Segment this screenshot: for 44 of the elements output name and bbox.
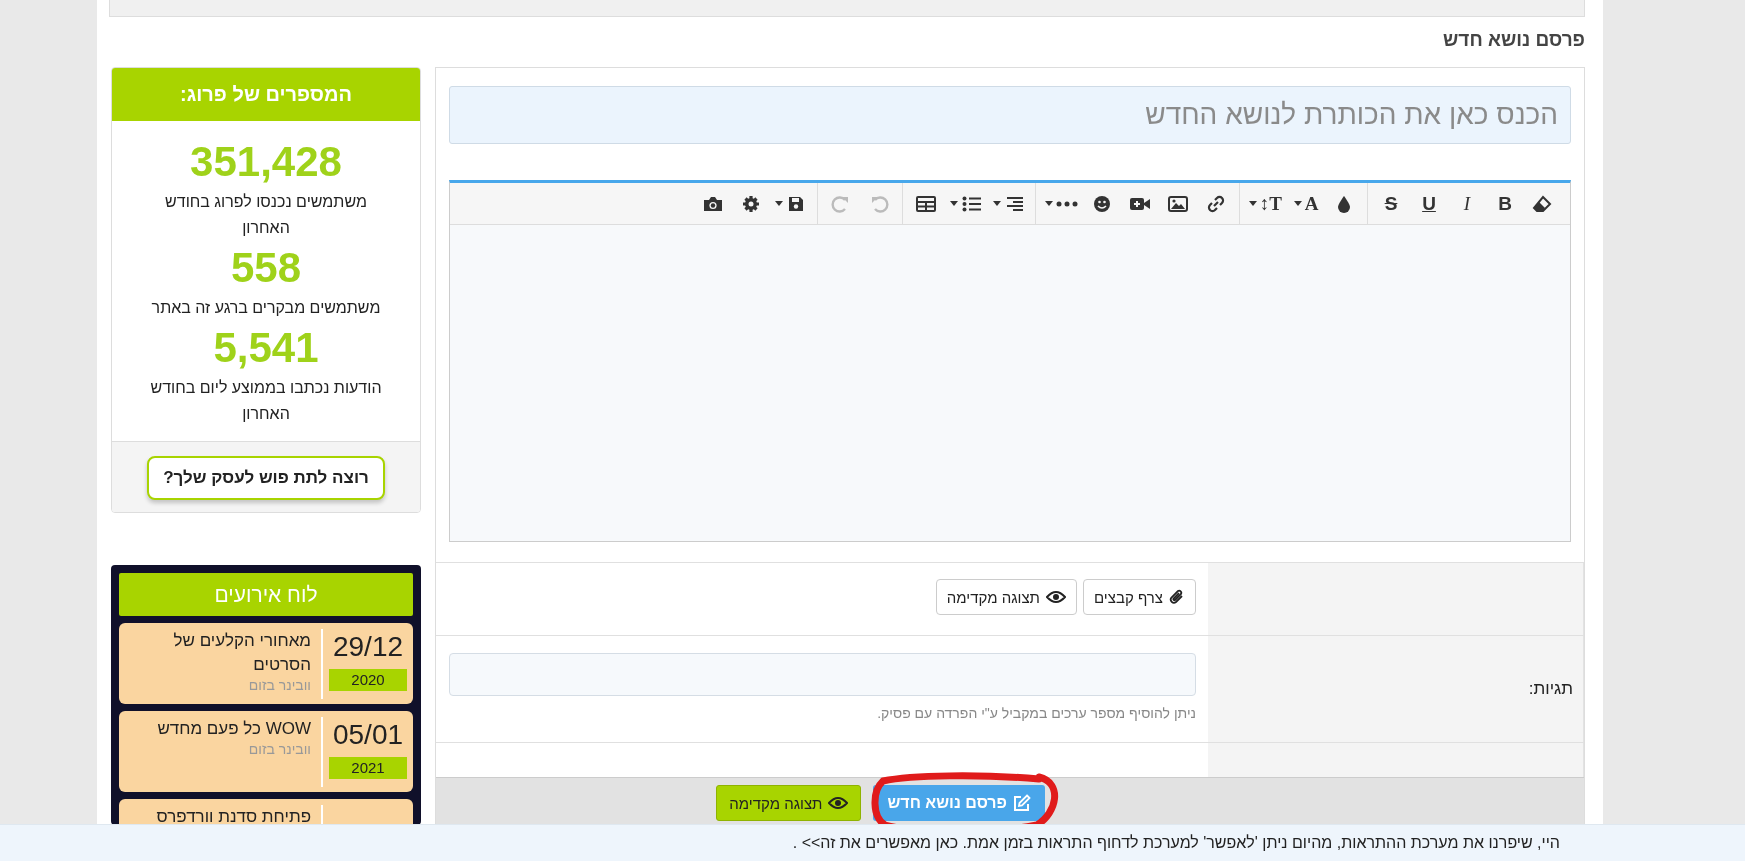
events-title: לוח אירועים	[119, 573, 413, 616]
underline-tool[interactable]: U	[1410, 186, 1448, 221]
paperclip-icon	[1169, 588, 1185, 606]
stat-number: 5,541	[212, 323, 320, 373]
tags-label: תגיות:	[1528, 679, 1573, 699]
eraser-icon	[1532, 194, 1554, 213]
event-card[interactable]: פתיחת סדנת וורדפרס	[119, 799, 413, 825]
event-title: מאחורי הקלעים של הסרטים	[172, 630, 311, 676]
event-date: 29/12	[331, 630, 405, 664]
camera-icon	[701, 194, 724, 213]
notice-text: היי, שיפרנו את מערכת ההתראות, מהיום ניתן 'לאפשר' למערכת לדחוף התראות בזמן אמת. כאן מאפשרים את זה>> .	[792, 834, 1560, 852]
fontcolor-tool[interactable]: A	[1287, 186, 1325, 221]
stat-caption: משתמשים נכנסו לפרוג בחודש האחרון	[164, 192, 368, 238]
eye-icon	[1045, 590, 1066, 604]
page-title: פרסם נושא חדש	[1442, 28, 1585, 52]
eye-icon	[828, 796, 849, 810]
edit-icon	[1013, 794, 1031, 812]
tags-hint: ניתן להוסיף מספר ערכים במקביל ע"י הפרדה עם פסיק.	[876, 705, 1196, 721]
promote-business-button[interactable]: רוצה לתת פוש לעסק שלך?	[147, 456, 385, 500]
event-year: 2021	[329, 757, 407, 779]
ellipsis-icon	[1055, 200, 1078, 207]
event-date: 05/01	[331, 718, 405, 752]
strike-tool[interactable]: S	[1372, 186, 1410, 221]
image-icon	[1166, 194, 1189, 213]
title-field[interactable]: הכנס כאן את הכותרת לנושא החדש	[449, 86, 1571, 144]
tags-field[interactable]	[449, 653, 1196, 696]
event-subtitle: וובינר בזום	[247, 741, 311, 757]
preview-button[interactable]: תצוגה מקדימה	[935, 579, 1077, 615]
list-icon	[960, 194, 983, 213]
bold-tool[interactable]: B	[1486, 186, 1524, 221]
table-icon	[914, 194, 937, 213]
stat-caption: משתמשים מבקרים ברגע זה באתר	[150, 298, 382, 318]
stat-number: 351,428	[189, 137, 343, 187]
stats-title: המספרים של פרוג:	[112, 68, 420, 121]
stat-number: 558	[229, 243, 303, 293]
italic-tool[interactable]: I	[1448, 186, 1486, 221]
stat-caption: הודעות נכתבו בממוצע ליום בחודש האחרון	[149, 378, 383, 424]
preview-button[interactable]: תצוגה מקדימה	[716, 785, 862, 821]
event-title: פתיחת סדנת וורדפרס	[155, 806, 311, 825]
fontsize-tool[interactable]: T↕	[1243, 186, 1287, 221]
attach-files-button[interactable]: צרף קבצים	[1082, 579, 1196, 615]
event-year: 2020	[329, 669, 407, 691]
event-title: WOW כל פעם מחדש	[156, 718, 311, 740]
event-subtitle: וובינר בזום	[247, 677, 311, 693]
